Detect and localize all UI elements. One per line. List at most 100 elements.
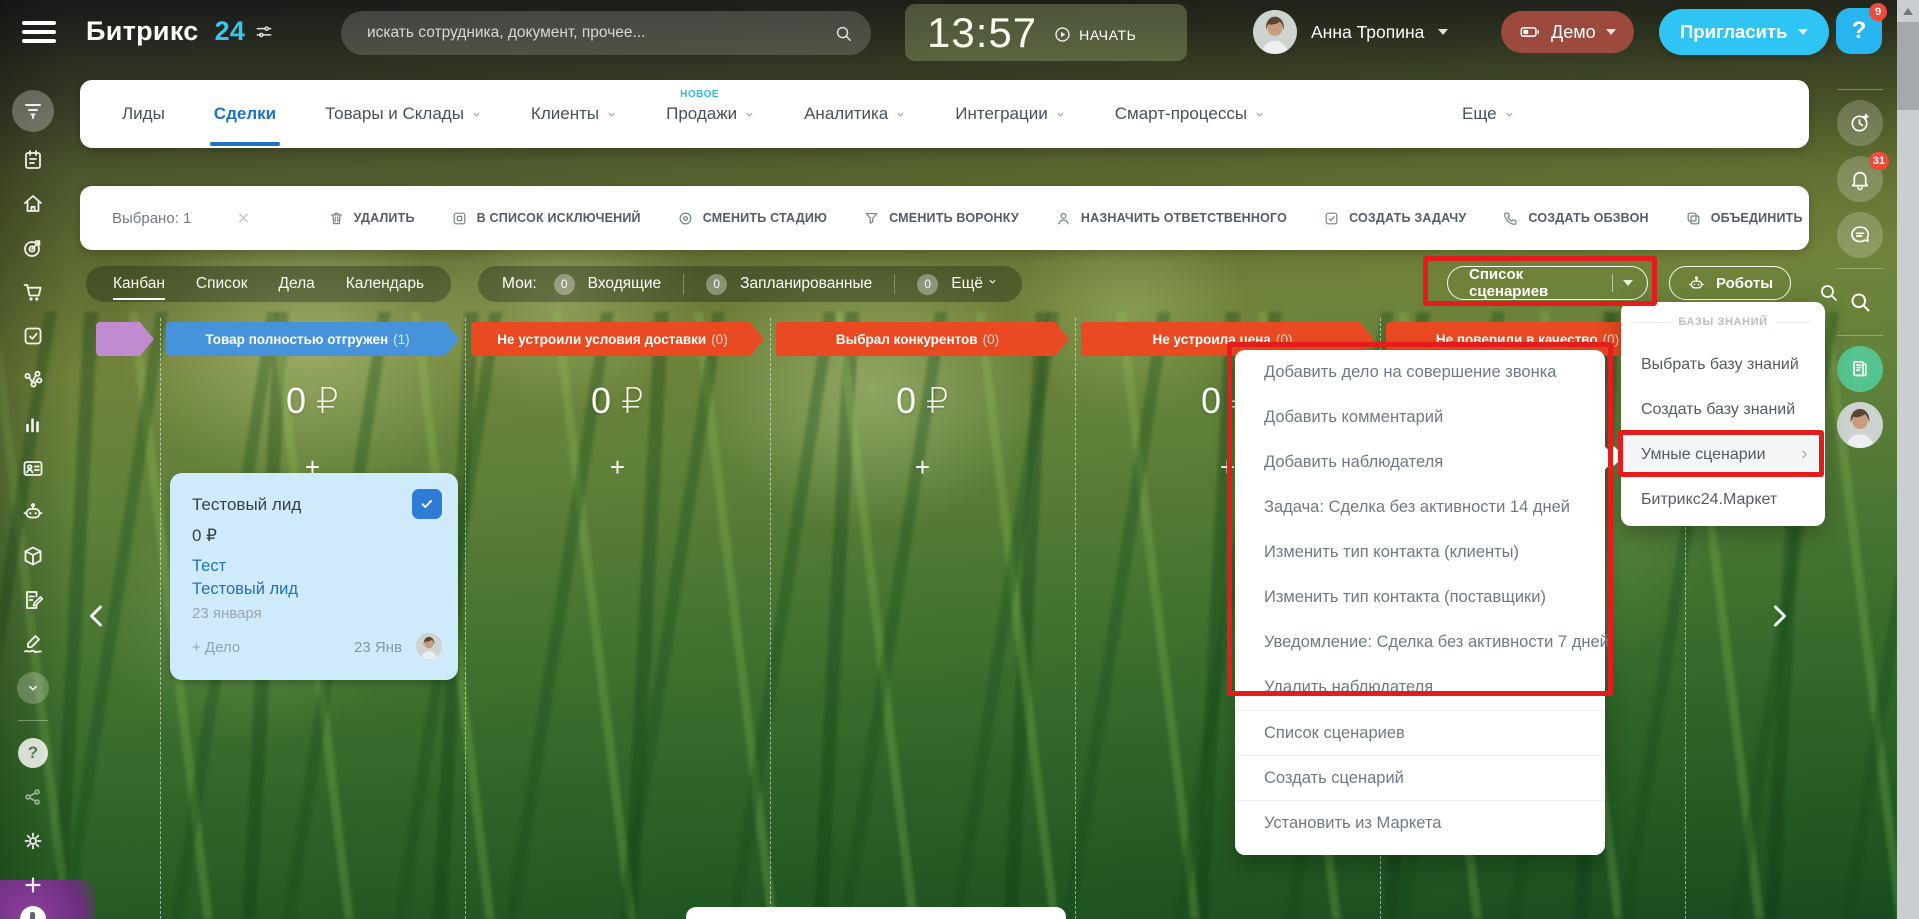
toolbar-action-назначить-ответственного[interactable]: НАЗНАЧИТЬ ОТВЕТСТВЕННОГО xyxy=(1055,210,1287,227)
nav-item-6[interactable]: Аналитика xyxy=(804,104,906,124)
menu-item-8[interactable]: Удалить наблюдателя xyxy=(1235,665,1605,710)
kb-menu-item-4[interactable]: Битрикс24.Маркет xyxy=(1621,477,1825,522)
right-rail-notifications-icon[interactable]: 31 xyxy=(1837,152,1889,202)
nav-item-7[interactable]: Интеграции xyxy=(955,104,1066,124)
right-rail-user-avatar[interactable] xyxy=(1837,402,1883,448)
right-rail-search-icon[interactable] xyxy=(1837,279,1883,325)
kanban-scroll-left-icon[interactable] xyxy=(78,598,114,634)
logo-24: 24 xyxy=(214,16,246,46)
filter-2[interactable]: Запланированные xyxy=(740,275,872,293)
menu-item-6[interactable]: Изменить тип контакта (поставщики) xyxy=(1235,575,1605,620)
nav-item-1[interactable]: Лиды xyxy=(122,104,165,124)
sidebar-inventory-icon[interactable] xyxy=(0,534,66,578)
scenarios-list-button[interactable]: Список сценариев xyxy=(1447,266,1648,300)
robots-button[interactable]: Роботы xyxy=(1669,266,1792,300)
view-tab-4[interactable]: Календарь xyxy=(346,275,424,293)
clear-selection-icon[interactable]: × xyxy=(237,208,249,229)
menu-item-1[interactable]: Добавить дело на совершение звонка xyxy=(1235,350,1605,395)
kb-menu-item-1[interactable]: Выбрать базу знаний xyxy=(1621,342,1825,387)
sidebar-documents-icon[interactable] xyxy=(0,578,66,622)
toolbar-action-создать-задачу[interactable]: СОЗДАТЬ ЗАДАЧУ xyxy=(1323,210,1466,227)
deal-company-link[interactable]: Тестовый лид xyxy=(192,580,298,599)
toolbar-action-сменить-воронку[interactable]: СМЕНИТЬ ВОРОНКУ xyxy=(863,210,1019,227)
invite-button[interactable]: Пригласить xyxy=(1659,9,1830,55)
filter-1[interactable]: Входящие xyxy=(588,275,662,293)
scroll-up-arrow-icon[interactable] xyxy=(1903,8,1913,15)
sidebar-automation-robot-icon[interactable] xyxy=(0,490,66,534)
sidebar-add-icon[interactable] xyxy=(0,863,66,907)
menu-item-7[interactable]: Уведомление: Сделка без активности 7 дне… xyxy=(1235,620,1609,665)
nav-item-8[interactable]: Смарт-процессы xyxy=(1115,104,1265,124)
sidebar-sign-icon[interactable] xyxy=(0,622,66,666)
column-header[interactable]: Выбрал конкурентов (0) xyxy=(776,322,1069,356)
menu-item-9[interactable]: Список сценариев xyxy=(1235,710,1605,755)
help-button[interactable]: ? 9 xyxy=(1836,3,1887,54)
work-timer[interactable]: 13:57 НАЧАТЬ xyxy=(905,4,1187,61)
kb-menu-item-2[interactable]: Создать базу знаний xyxy=(1621,387,1825,432)
column-header[interactable]: Не устроили условия доставки (0) xyxy=(471,322,764,356)
user-avatar[interactable] xyxy=(1253,10,1297,54)
nav-item-3[interactable]: Товары и Склады xyxy=(325,104,482,124)
menu-item-5[interactable]: Изменить тип контакта (клиенты) xyxy=(1235,530,1605,575)
right-rail-messenger-icon[interactable] xyxy=(1837,212,1883,258)
global-search[interactable] xyxy=(341,11,871,55)
kanban-scroll-right-icon[interactable] xyxy=(1762,598,1798,634)
toolbar-action-сменить-стадию[interactable]: СМЕНИТЬ СТАДИЮ xyxy=(677,210,827,227)
share-icon xyxy=(25,789,40,805)
sidebar-tasks-icon[interactable] xyxy=(0,314,66,358)
view-tab-2[interactable]: Список xyxy=(196,275,248,293)
toolbar-action-объединить[interactable]: ОБЪЕДИНИТЬ xyxy=(1685,210,1803,227)
hamburger-menu-icon[interactable] xyxy=(22,21,56,45)
deal-checkbox[interactable] xyxy=(412,489,442,519)
sidebar-contacts-icon[interactable] xyxy=(0,446,66,490)
sidebar-crm-funnel-icon[interactable] xyxy=(0,84,66,138)
menu-item-11[interactable]: Установить из Маркета xyxy=(1235,800,1605,845)
view-tab-1[interactable]: Канбан xyxy=(113,275,165,300)
menu-item-10[interactable]: Создать сценарий xyxy=(1235,755,1605,800)
sidebar-company-icon[interactable] xyxy=(0,182,66,226)
help-badge: 9 xyxy=(1869,3,1887,21)
sidebar-share-icon[interactable] xyxy=(0,775,66,819)
menu-item-3[interactable]: Добавить наблюдателя xyxy=(1235,440,1605,485)
page-scrollbar[interactable] xyxy=(1897,0,1919,919)
history-icon xyxy=(1851,113,1869,132)
toolbar-action-создать-обзвон[interactable]: СОЗДАТЬ ОБЗВОН xyxy=(1502,210,1649,227)
scrollbar-thumb[interactable] xyxy=(1897,22,1919,110)
sidebar-sales-cart-icon[interactable] xyxy=(0,270,66,314)
search-input[interactable] xyxy=(365,23,834,43)
sidebar-processes-icon[interactable] xyxy=(0,358,66,402)
sidebar-collapse-icon[interactable] xyxy=(0,666,66,710)
column-header[interactable]: Товар полностью отгружен (1) xyxy=(166,322,459,356)
toolbar-action-удалить[interactable]: УДАЛИТЬ xyxy=(328,210,415,227)
assignee-avatar[interactable] xyxy=(416,633,442,659)
menu-item-4[interactable]: Задача: Сделка без активности 14 дней xyxy=(1235,485,1605,530)
logo-settings-icon[interactable] xyxy=(254,22,274,42)
bitrix24-logo[interactable]: Битрикс 24 xyxy=(86,16,274,47)
user-menu[interactable]: Анна Тропина xyxy=(1253,10,1449,54)
task-icon xyxy=(1325,212,1338,224)
add-deal-button[interactable]: + xyxy=(776,452,1069,483)
toolbar-action-в-список-исключений[interactable]: В СПИСОК ИСКЛЮЧЕНИЙ xyxy=(451,210,641,227)
sidebar-analytics-icon[interactable] xyxy=(0,402,66,446)
sidebar-help-icon[interactable]: ? xyxy=(0,731,66,775)
nav-item-5[interactable]: НОВОЕ Продажи xyxy=(666,89,755,124)
sidebar-marketing-icon[interactable] xyxy=(0,226,66,270)
nav-item-9[interactable]: Еще xyxy=(1462,104,1515,124)
deal-card[interactable]: Тестовый лид 0 ₽ Тест Тестовый лид 23 ян… xyxy=(170,473,458,680)
search-icon[interactable] xyxy=(834,24,853,43)
deal-contact-link[interactable]: Тест xyxy=(192,557,226,576)
sidebar-settings-icon[interactable] xyxy=(0,819,66,863)
right-rail-history-icon[interactable] xyxy=(1837,100,1883,146)
nav-item-4[interactable]: Клиенты xyxy=(531,104,617,124)
sidebar-planner-icon[interactable] xyxy=(0,138,66,182)
menu-item-2[interactable]: Добавить комментарий xyxy=(1235,395,1605,440)
add-deal-button[interactable]: + xyxy=(471,452,764,483)
filter-3[interactable]: Ещё xyxy=(951,275,998,293)
nav-item-2[interactable]: Сделки xyxy=(209,104,281,146)
right-rail-knowledge-base-icon[interactable] xyxy=(1837,346,1883,392)
demo-plan-button[interactable]: Демо xyxy=(1501,11,1634,53)
view-tab-3[interactable]: Дела xyxy=(279,275,315,293)
timer-start-button[interactable]: НАЧАТЬ xyxy=(1053,25,1136,44)
kb-menu-item-3[interactable]: Умные сценарии xyxy=(1621,432,1825,477)
add-activity-link[interactable]: + Дело xyxy=(192,639,240,656)
